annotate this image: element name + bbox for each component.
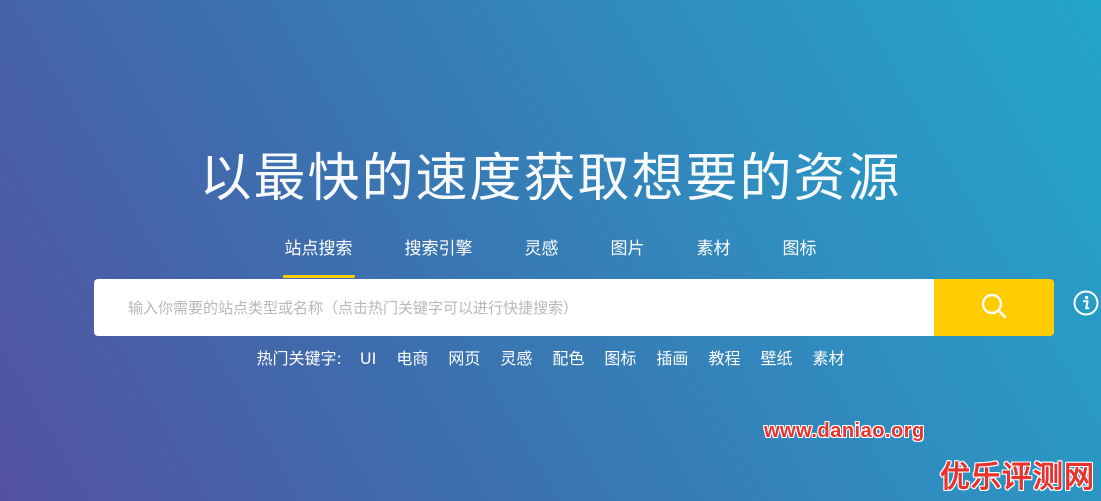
search-category-tabs: 站点搜索 搜索引擎 灵感 图片 素材 图标: [0, 236, 1101, 278]
hot-keywords-label: 热门关键字:: [256, 349, 342, 368]
hot-keyword-ui[interactable]: UI: [360, 346, 376, 372]
hot-keywords: 热门关键字: UI 电商 网页 灵感 配色 图标 插画 教程 壁纸 素材: [0, 346, 1101, 372]
hot-keyword-wallpaper[interactable]: 壁纸: [760, 346, 792, 372]
tab-materials[interactable]: 素材: [695, 236, 733, 262]
info-icon: [1073, 290, 1099, 320]
hot-keyword-ecommerce[interactable]: 电商: [396, 346, 428, 372]
hot-keyword-icons[interactable]: 图标: [604, 346, 636, 372]
search-bar: [94, 279, 1054, 336]
watermark-brand: 优乐评测网: [940, 460, 1095, 495]
info-button[interactable]: [1073, 290, 1099, 320]
hot-keyword-tutorial[interactable]: 教程: [708, 346, 740, 372]
tab-images[interactable]: 图片: [609, 236, 647, 262]
hot-keyword-web[interactable]: 网页: [448, 346, 480, 372]
search-icon: [980, 292, 1008, 323]
tab-search-engine[interactable]: 搜索引擎: [403, 236, 475, 262]
search-button[interactable]: [934, 279, 1054, 336]
watermark-url: www.daniao.org: [764, 420, 925, 442]
hot-keyword-inspiration[interactable]: 灵感: [500, 346, 532, 372]
hot-keyword-illustration[interactable]: 插画: [656, 346, 688, 372]
hot-keyword-materials[interactable]: 素材: [812, 346, 844, 372]
tab-inspiration[interactable]: 灵感: [523, 236, 561, 262]
tab-icons[interactable]: 图标: [781, 236, 819, 262]
hot-keyword-color[interactable]: 配色: [552, 346, 584, 372]
tab-site-search[interactable]: 站点搜索: [282, 236, 355, 278]
page-title: 以最快的速度获取想要的资源: [199, 148, 902, 209]
search-input[interactable]: [94, 279, 934, 336]
